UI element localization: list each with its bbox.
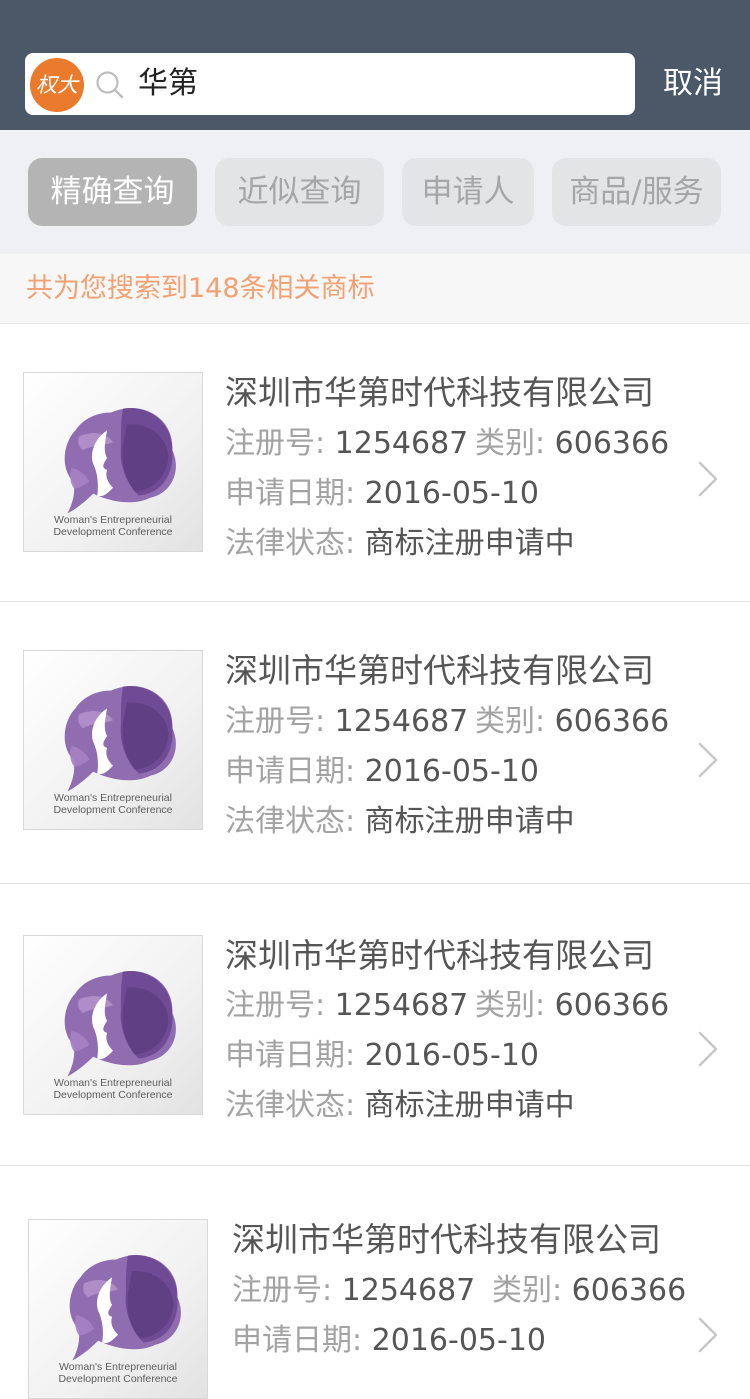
top-bar: 权大师 华第 取消 [0, 0, 750, 130]
list-item[interactable]: Woman's Entrepreneurial Development Conf… [0, 1166, 750, 1399]
tab-exact-query[interactable]: 精确查询 [28, 158, 197, 226]
result-summary-bar: 共为您搜索到148条相关商标 [0, 254, 750, 324]
legal-status-row: 法律状态: 商标注册申请中 [225, 526, 575, 561]
tab-applicant[interactable]: 申请人 [402, 158, 534, 226]
category-row: 类别: 606366 [475, 426, 670, 461]
list-item[interactable]: Woman's Entrepreneurial Development Conf… [0, 884, 750, 1166]
search-icon [96, 71, 124, 99]
category-row: 类别: 606366 [492, 1273, 687, 1308]
category-row: 类别: 606366 [475, 988, 670, 1023]
trademark-image: Woman's Entrepreneurial Development Conf… [23, 935, 203, 1115]
cancel-button[interactable]: 取消 [663, 64, 723, 104]
chevron-right-icon [696, 1316, 720, 1354]
chevron-right-icon [696, 741, 720, 779]
company-name: 深圳市华第时代科技有限公司 [225, 936, 654, 975]
chevron-right-icon [696, 460, 720, 498]
company-name: 深圳市华第时代科技有限公司 [225, 373, 654, 412]
list-item[interactable]: Woman's Entrepreneurial Development Conf… [0, 602, 750, 884]
chevron-right-icon [696, 1030, 720, 1068]
filter-tabs: 精确查询 近似查询 申请人 商品/服务 [0, 130, 750, 254]
registration-row: 注册号: 1254687 [225, 426, 469, 461]
apply-date-row: 申请日期: 2016-05-10 [225, 754, 540, 789]
search-input[interactable]: 华第 [138, 65, 198, 103]
trademark-image: Woman's Entrepreneurial Development Conf… [28, 1219, 208, 1399]
company-name: 深圳市华第时代科技有限公司 [232, 1220, 661, 1259]
apply-date-row: 申请日期: 2016-05-10 [225, 476, 540, 511]
trademark-caption: Woman's Entrepreneurial Development Conf… [53, 792, 173, 816]
legal-status-row: 法律状态: 商标注册申请中 [225, 1088, 575, 1123]
search-box[interactable]: 权大师 华第 [25, 53, 635, 115]
trademark-image: Woman's Entrepreneurial Development Conf… [23, 372, 203, 552]
trademark-image: Woman's Entrepreneurial Development Conf… [23, 650, 203, 830]
category-row: 类别: 606366 [475, 704, 670, 739]
registration-row: 注册号: 1254687 [232, 1273, 476, 1308]
tab-similar-query[interactable]: 近似查询 [215, 158, 384, 226]
apply-date-row: 申请日期: 2016-05-10 [225, 1038, 540, 1073]
apply-date-row: 申请日期: 2016-05-10 [232, 1323, 547, 1358]
company-name: 深圳市华第时代科技有限公司 [225, 651, 654, 690]
trademark-caption: Woman's Entrepreneurial Development Conf… [53, 1077, 173, 1101]
app-logo: 权大师 [30, 58, 84, 112]
legal-status-row: 法律状态: 商标注册申请中 [225, 804, 575, 839]
registration-row: 注册号: 1254687 [225, 988, 469, 1023]
trademark-caption: Woman's Entrepreneurial Development Conf… [53, 514, 173, 538]
result-count-text: 共为您搜索到148条相关商标 [26, 273, 375, 304]
tab-goods-services[interactable]: 商品/服务 [552, 158, 721, 226]
registration-row: 注册号: 1254687 [225, 704, 469, 739]
trademark-caption: Woman's Entrepreneurial Development Conf… [58, 1361, 178, 1385]
list-item[interactable]: Woman's Entrepreneurial Development Conf… [0, 324, 750, 602]
